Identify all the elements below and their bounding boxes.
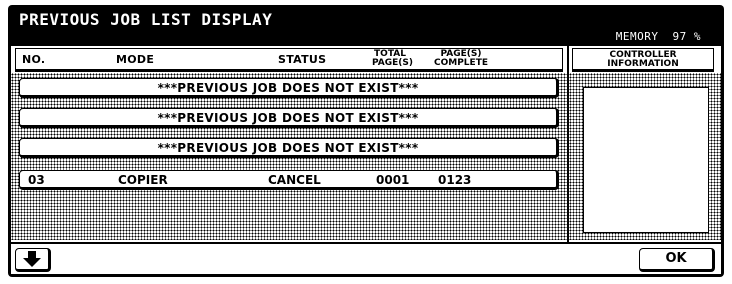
job-pages-complete: 0123 <box>438 173 472 187</box>
job-row-message: ***PREVIOUS JOB DOES NOT EXIST*** <box>157 81 419 95</box>
column-header-no: NO. <box>22 53 46 66</box>
column-header-total-pages-line2: PAGE(S) <box>372 58 413 68</box>
ok-button[interactable]: OK <box>639 248 715 272</box>
job-total-pages: 0001 <box>376 173 410 187</box>
memory-indicator: MEMORY 97 % <box>616 30 701 43</box>
column-header-pages-complete-line2: COMPLETE <box>434 58 488 68</box>
controller-information-header: CONTROLLER INFORMATION <box>572 48 714 72</box>
column-header-total-pages: TOTAL PAGE(S) <box>372 50 413 68</box>
memory-label: MEMORY <box>615 30 659 43</box>
job-number: 03 <box>28 173 45 187</box>
job-row-message: ***PREVIOUS JOB DOES NOT EXIST*** <box>157 141 419 155</box>
job-status: CANCEL <box>268 173 321 187</box>
page-title: PREVIOUS JOB LIST DISPLAY <box>19 10 273 29</box>
job-list-window: PREVIOUS JOB LIST DISPLAY MEMORY 97 % NO.… <box>8 5 724 277</box>
controller-header-line2: INFORMATION <box>607 59 679 69</box>
arrow-down-icon <box>23 251 41 267</box>
job-row-3[interactable]: ***PREVIOUS JOB DOES NOT EXIST*** <box>19 138 559 158</box>
job-row-2[interactable]: ***PREVIOUS JOB DOES NOT EXIST*** <box>19 108 559 128</box>
title-bar: PREVIOUS JOB LIST DISPLAY MEMORY 97 % <box>11 8 721 46</box>
bottom-bar: OK <box>11 242 721 274</box>
column-header-status: STATUS <box>278 53 327 66</box>
scroll-down-button[interactable] <box>15 248 51 272</box>
memory-value: 97 % <box>672 30 701 43</box>
job-mode: COPIER <box>118 173 168 187</box>
job-row-1[interactable]: ***PREVIOUS JOB DOES NOT EXIST*** <box>19 78 559 98</box>
column-header-mode: MODE <box>116 53 155 66</box>
job-list-header: NO. MODE STATUS TOTAL PAGE(S) PAGE(S) CO… <box>15 48 563 72</box>
job-row-message: ***PREVIOUS JOB DOES NOT EXIST*** <box>157 111 419 125</box>
controller-information-panel <box>583 87 709 233</box>
job-list-panel: PREVIOUS JOB LIST DISPLAY MEMORY 97 % NO.… <box>11 8 721 274</box>
column-header-pages-complete: PAGE(S) COMPLETE <box>434 50 488 68</box>
job-row-4[interactable]: 03 COPIER CANCEL 0001 0123 <box>19 170 559 190</box>
